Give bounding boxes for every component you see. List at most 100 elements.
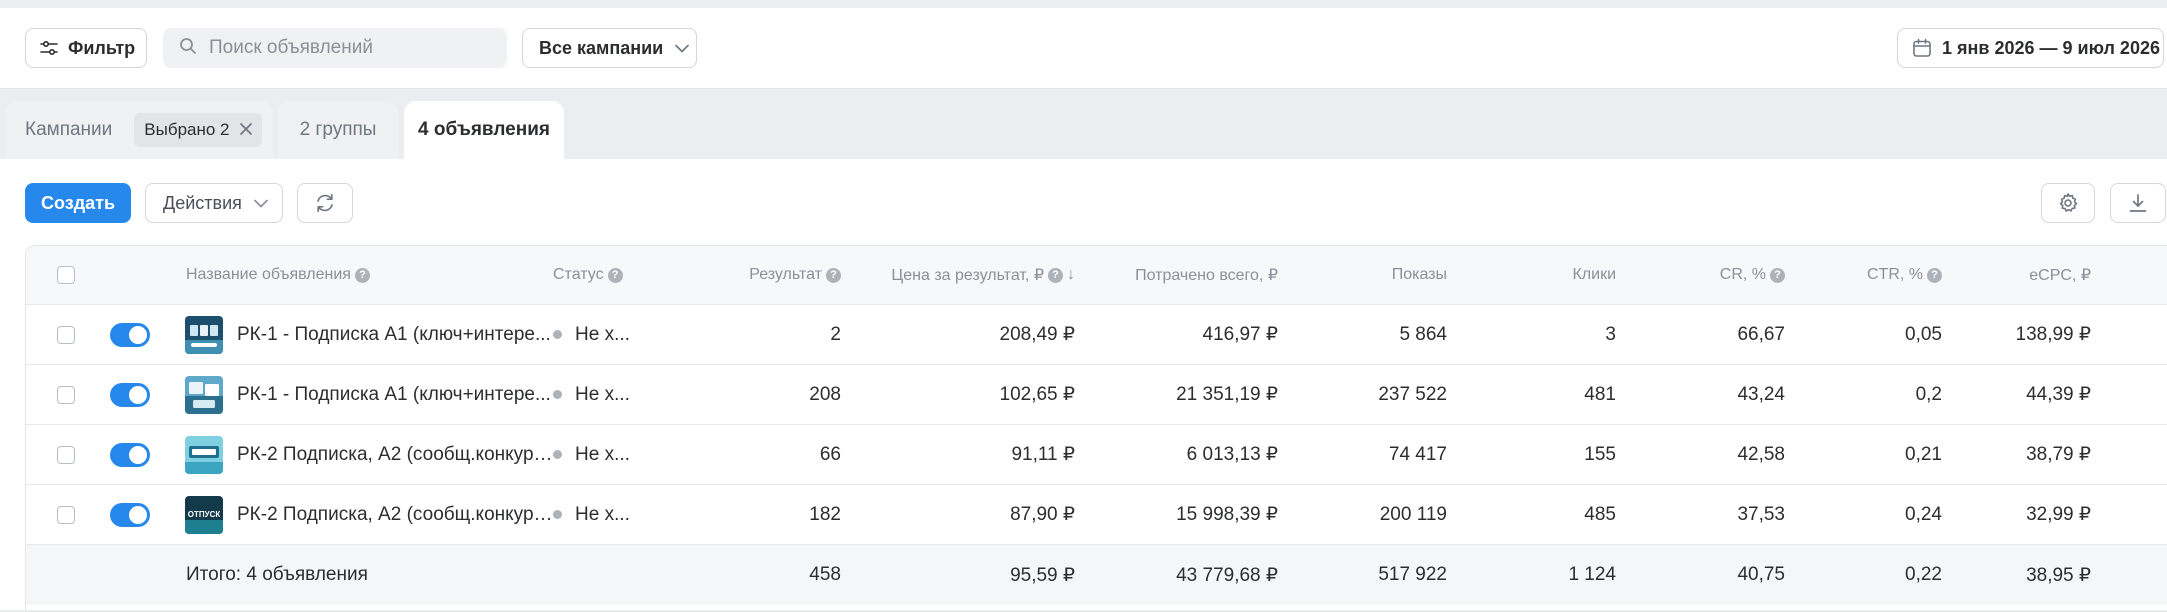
row-toggle-cell (110, 305, 150, 364)
ad-name-cell[interactable]: РК-2 Подписка, А2 (сообщ.конкур),... (185, 425, 555, 484)
tab-groups-label: 2 группы (299, 119, 377, 140)
row-enable-toggle[interactable] (110, 442, 150, 467)
sort-desc-icon[interactable]: ↓ (1067, 266, 1075, 284)
col-status[interactable]: Статус ? (553, 246, 623, 304)
col-result-label: Результат (749, 266, 822, 283)
search-input[interactable] (207, 36, 491, 60)
cr-cell: 66,67 (1737, 323, 1785, 345)
ad-name-cell[interactable]: РК-1 - Подписка А1 (ключ+интере... (185, 365, 555, 424)
help-icon[interactable]: ? (607, 267, 623, 283)
select-all-checkbox[interactable] (57, 266, 75, 284)
total-impressions: 517 922 (1378, 564, 1447, 585)
result-cell: 182 (809, 503, 841, 525)
ad-name: РК-2 Подписка, А2 (сообщ.конкур),... (237, 503, 555, 525)
col-impressions[interactable]: Показы (1392, 246, 1447, 304)
cr-cell: 43,24 (1737, 383, 1785, 405)
row-enable-toggle[interactable] (110, 502, 150, 527)
table-row[interactable]: РК-1 - Подписка А1 (ключ+интере... Не х.… (26, 365, 2167, 425)
col-clicks-label: Клики (1572, 266, 1616, 283)
result-cell: 208 (809, 383, 841, 405)
status-dot (553, 330, 562, 339)
col-cost-per-result[interactable]: Цена за результат, ₽ ? ↓ (891, 246, 1075, 304)
row-select-cell (57, 485, 75, 544)
help-icon[interactable]: ? (826, 267, 841, 283)
refresh-icon (314, 192, 336, 214)
status-dot (553, 510, 562, 519)
col-status-label: Статус (553, 266, 604, 283)
date-range-picker[interactable]: 1 янв 2026 — 9 июл 2026 (1897, 28, 2164, 68)
row-toggle-cell (110, 365, 150, 424)
ad-name: РК-1 - Подписка А1 (ключ+интере... (237, 323, 551, 345)
status-cell: Не х... (553, 365, 630, 424)
help-icon[interactable]: ? (1770, 267, 1785, 283)
calendar-icon (1912, 38, 1932, 58)
col-name-label: Название объявления (186, 266, 351, 283)
clicks-cell: 485 (1584, 503, 1616, 525)
spent-cell: 15 998,39 ₽ (1176, 504, 1278, 525)
close-icon[interactable] (239, 120, 252, 140)
clicks-cell: 155 (1584, 443, 1616, 465)
row-toggle-cell (110, 425, 150, 484)
status-text: Не х... (575, 503, 630, 525)
help-icon[interactable]: ? (1048, 267, 1063, 283)
ecpc-cell: 138,99 ₽ (2015, 324, 2091, 345)
campaign-select-value: Все кампании (539, 37, 664, 58)
spent-cell: 21 351,19 ₽ (1176, 384, 1278, 405)
col-spent[interactable]: Потрачено всего, ₽ (1135, 246, 1278, 304)
col-ctr[interactable]: CTR, % ? (1867, 246, 1942, 304)
tab-campaigns[interactable]: Кампании Выбрано 2 (5, 101, 273, 159)
help-icon[interactable]: ? (354, 267, 370, 283)
row-checkbox[interactable] (57, 445, 75, 464)
row-enable-toggle[interactable] (110, 322, 150, 347)
total-spent: 43 779,68 ₽ (1176, 564, 1278, 586)
download-button[interactable] (2110, 183, 2166, 223)
filter-button[interactable]: Фильтр (25, 28, 147, 68)
row-enable-toggle[interactable] (110, 382, 150, 407)
col-ecpc[interactable]: eCPC, ₽ (2029, 246, 2091, 304)
ctr-cell: 0,24 (1905, 503, 1942, 525)
help-icon[interactable]: ? (1927, 267, 1942, 283)
selected-chip-label: Выбрано 2 (144, 120, 230, 139)
settings-button[interactable] (2041, 183, 2095, 223)
refresh-button[interactable] (297, 183, 353, 223)
ecpc-cell: 32,99 ₽ (2026, 504, 2091, 525)
actions-dropdown[interactable]: Действия (145, 183, 283, 223)
ad-name-cell[interactable]: ОТПУСК РК-2 Подписка, А2 (сообщ.конкур),… (185, 485, 555, 544)
create-button[interactable]: Создать (25, 183, 131, 223)
row-checkbox[interactable] (57, 505, 75, 524)
tab-groups[interactable]: 2 группы (278, 101, 398, 159)
ecpc-cell: 44,39 ₽ (2026, 384, 2091, 405)
col-result[interactable]: Результат ? (749, 246, 841, 304)
thumbnail-caption: ОТПУСК (188, 510, 221, 519)
row-select-cell (57, 365, 75, 424)
row-checkbox[interactable] (57, 385, 75, 404)
spent-cell: 416,97 ₽ (1202, 324, 1278, 345)
tab-ads[interactable]: 4 объявления (404, 101, 564, 159)
impressions-cell: 237 522 (1378, 383, 1447, 405)
status-cell: Не х... (553, 425, 630, 484)
row-checkbox[interactable] (57, 325, 75, 344)
table-row[interactable]: ОТПУСК РК-2 Подписка, А2 (сообщ.конкур),… (26, 485, 2167, 545)
total-label: Итого: 4 объявления (186, 564, 368, 585)
ecpc-cell: 38,79 ₽ (2026, 444, 2091, 465)
col-name[interactable]: Название объявления ? (186, 246, 370, 304)
col-clicks[interactable]: Клики (1572, 246, 1616, 304)
ad-thumbnail (185, 435, 223, 474)
col-cr[interactable]: CR, % ? (1720, 246, 1785, 304)
cost-per-result-cell: 87,90 ₽ (1010, 504, 1075, 525)
impressions-cell: 74 417 (1388, 443, 1447, 465)
ctr-cell: 0,2 (1915, 383, 1942, 405)
col-cr-label: CR, % (1719, 266, 1766, 283)
impressions-cell: 5 864 (1399, 323, 1447, 345)
ad-name-cell[interactable]: РК-1 - Подписка А1 (ключ+интере... (185, 305, 555, 364)
col-ecpc-label: eCPC, ₽ (2029, 267, 2091, 284)
chevron-down-icon (675, 44, 690, 53)
campaign-select[interactable]: Все кампании (522, 28, 697, 68)
table-row[interactable]: РК-2 Подписка, А2 (сообщ.конкур),... Не … (26, 425, 2167, 485)
row-toggle-cell (110, 485, 150, 544)
status-text: Не х... (575, 383, 630, 405)
table-row[interactable]: РК-1 - Подписка А1 (ключ+интере... Не х.… (26, 305, 2167, 365)
search-icon (179, 37, 197, 60)
search-box[interactable] (163, 28, 507, 68)
ad-thumbnail (185, 315, 223, 354)
